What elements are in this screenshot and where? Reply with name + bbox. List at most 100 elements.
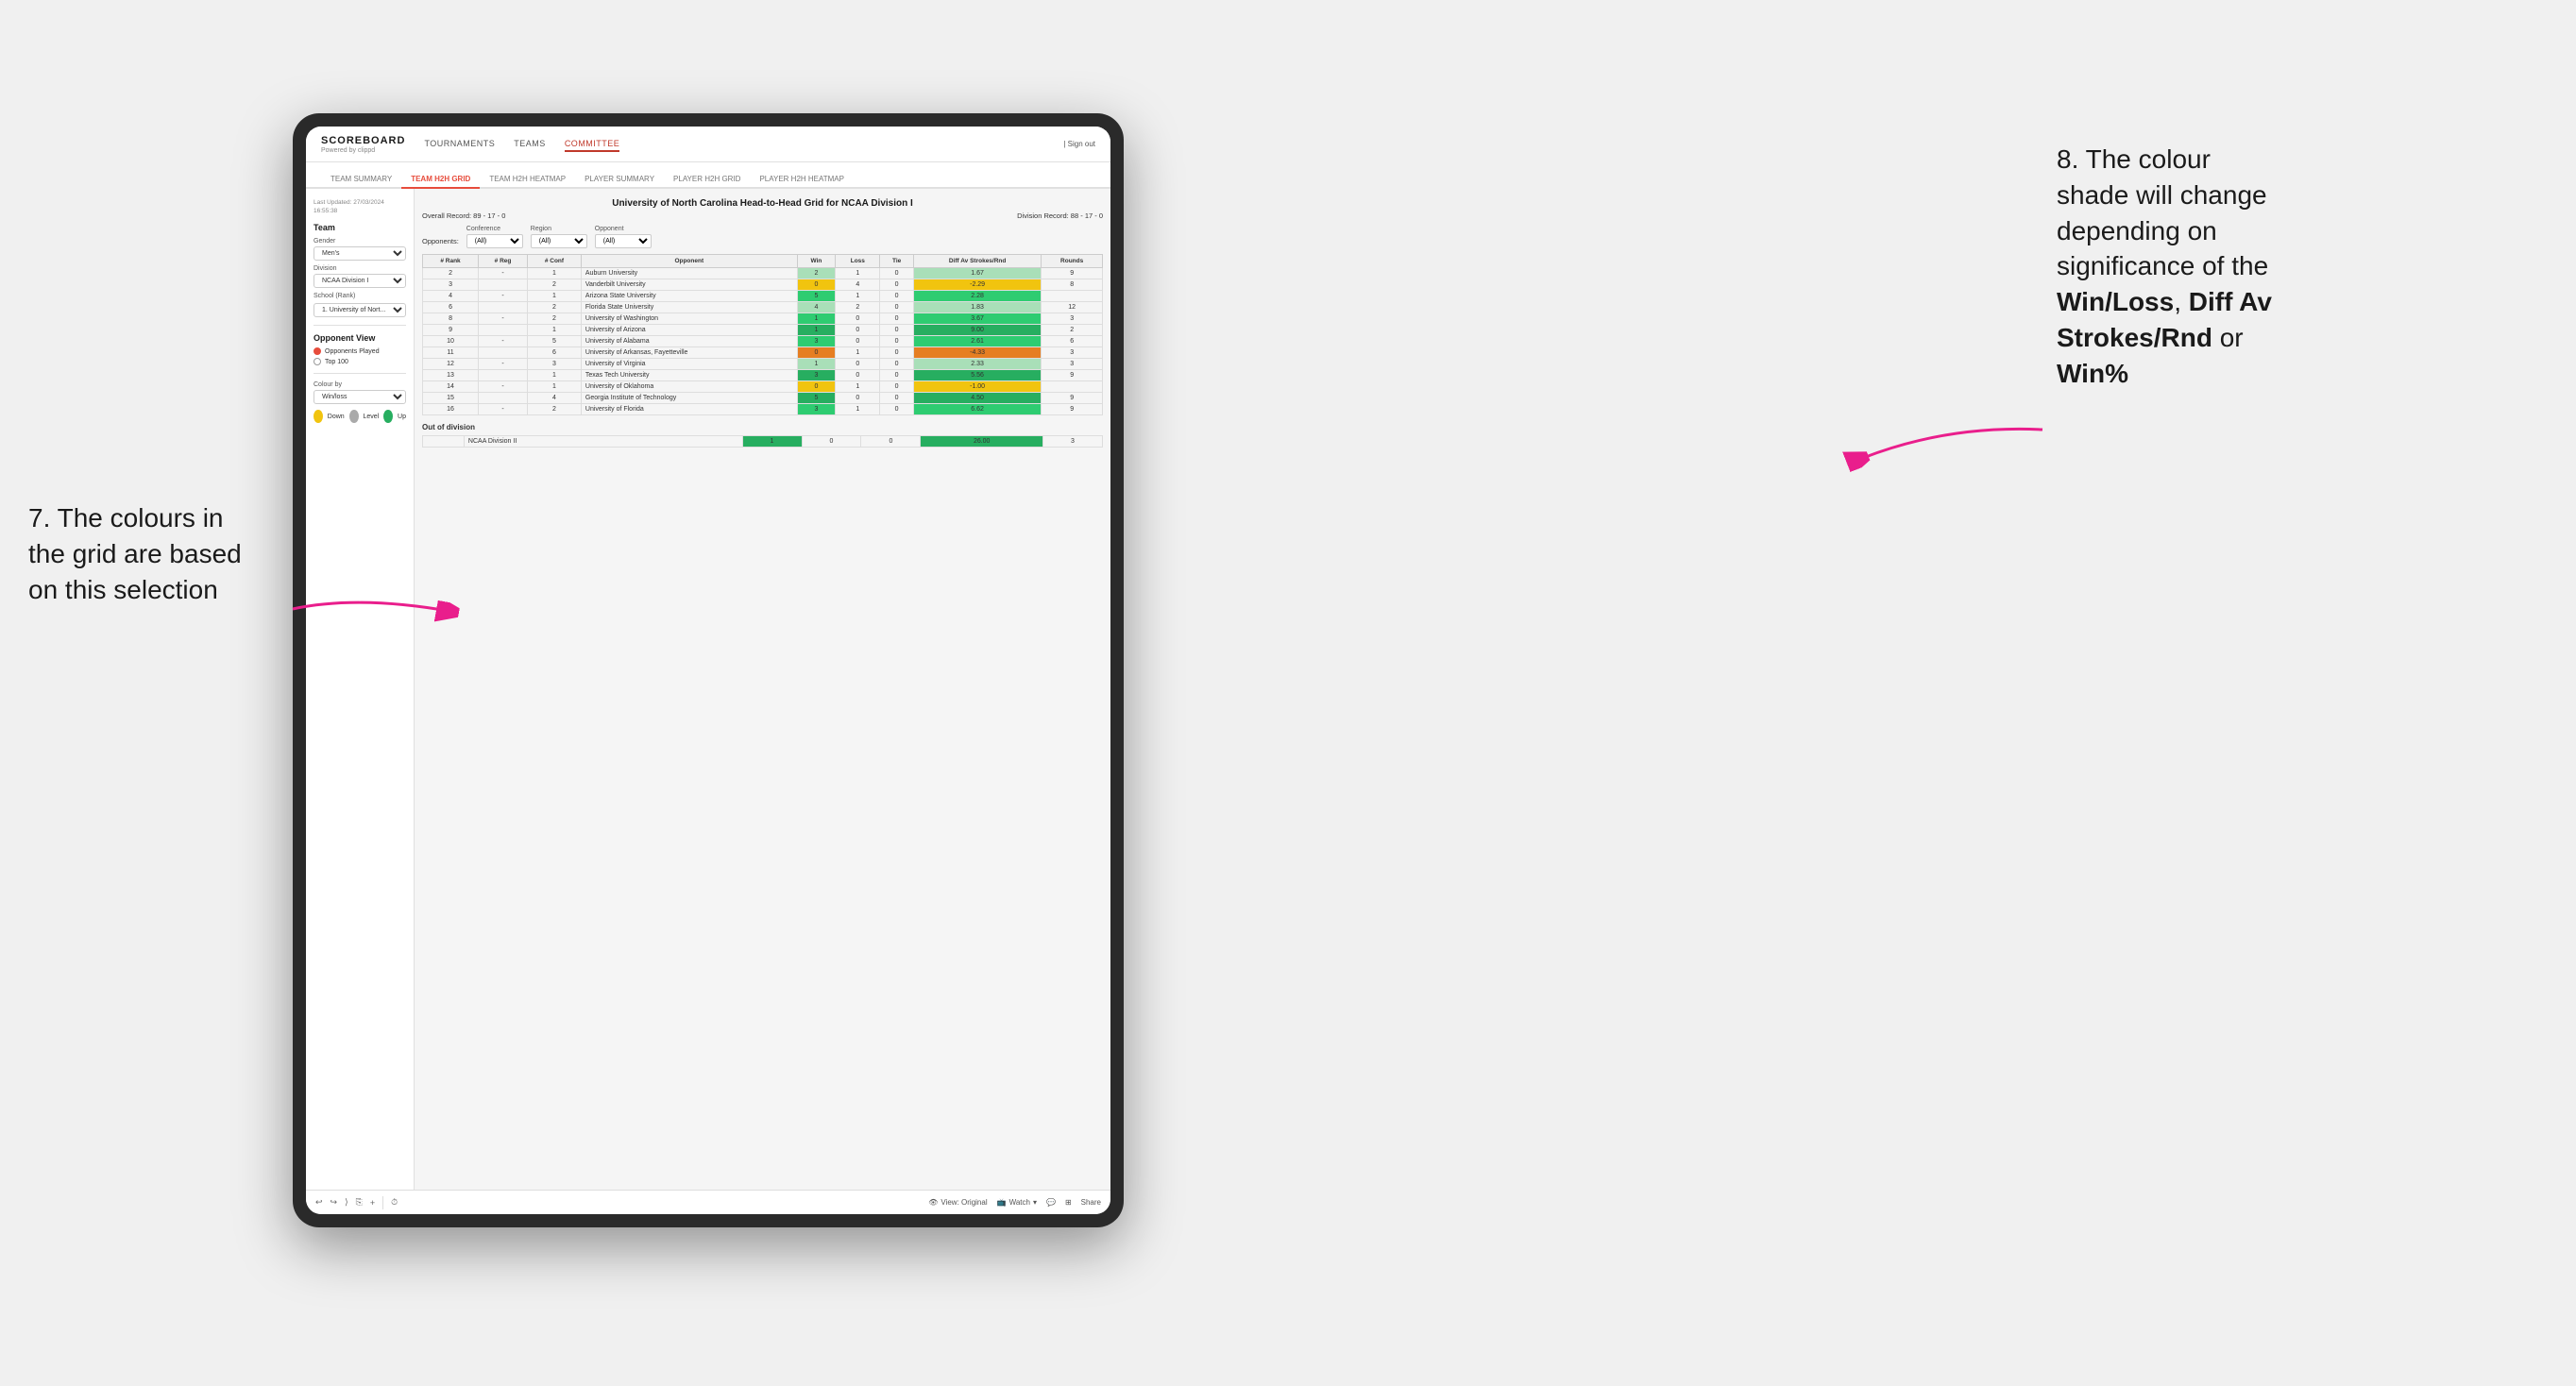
opponent-filter-select[interactable]: (All) xyxy=(595,234,652,248)
tab-player-h2h-grid[interactable]: PLAYER H2H GRID xyxy=(664,171,750,189)
opponent: Vanderbilt University xyxy=(581,279,797,291)
tab-team-h2h-heatmap[interactable]: TEAM H2H HEATMAP xyxy=(480,171,575,189)
conf: 5 xyxy=(528,336,582,347)
conference-filter-select[interactable]: (All) xyxy=(466,234,523,248)
conf: 1 xyxy=(528,268,582,279)
watch-button[interactable]: 📺 Watch ▾ xyxy=(997,1198,1037,1207)
loss: 0 xyxy=(836,313,880,325)
reg xyxy=(479,393,528,404)
table-row: 14 - 1 University of Oklahoma 0 1 0 -1.0… xyxy=(423,381,1103,393)
diff-ood: 26.00 xyxy=(921,436,1042,448)
gender-select[interactable]: Men's xyxy=(314,246,406,261)
tab-player-h2h-heatmap[interactable]: PLAYER H2H HEATMAP xyxy=(750,171,854,189)
sign-out-link[interactable]: | Sign out xyxy=(1063,140,1095,148)
annotation-bold-winpct: Win% xyxy=(2057,359,2128,388)
opponent: University of Arkansas, Fayetteville xyxy=(581,347,797,359)
undo-icon[interactable]: ↩ xyxy=(315,1197,323,1208)
nav-teams[interactable]: TEAMS xyxy=(514,137,546,152)
radio-opponents-played[interactable]: Opponents Played xyxy=(314,347,406,355)
rank: 14 xyxy=(423,381,479,393)
table-row: 3 2 Vanderbilt University 0 4 0 -2.29 8 xyxy=(423,279,1103,291)
table-row: 6 2 Florida State University 4 2 0 1.83 … xyxy=(423,302,1103,313)
toolbar-actions: 👁 View: Original 📺 Watch ▾ 💬 ⊞ Share xyxy=(928,1198,1101,1207)
diff: 1.83 xyxy=(913,302,1041,313)
reg: - xyxy=(479,336,528,347)
table-row: 11 6 University of Arkansas, Fayettevill… xyxy=(423,347,1103,359)
rounds: 3 xyxy=(1042,359,1103,370)
table-row: 4 - 1 Arizona State University 5 1 0 2.2… xyxy=(423,291,1103,302)
annotation-bold-winloss: Win/Loss xyxy=(2057,287,2174,316)
win: 1 xyxy=(797,359,836,370)
diff: 9.00 xyxy=(913,325,1041,336)
legend-level-label: Level xyxy=(364,414,380,420)
table-row: 2 - 1 Auburn University 2 1 0 1.67 9 xyxy=(423,268,1103,279)
diff: -2.29 xyxy=(913,279,1041,291)
tab-player-summary[interactable]: PLAYER SUMMARY xyxy=(575,171,664,189)
opponent-view-radio-group: Opponents Played Top 100 xyxy=(314,347,406,365)
conference-filter-label: Conference xyxy=(466,226,523,232)
colour-legend: Down Level Up xyxy=(314,410,406,423)
region-filter-select[interactable]: (All) xyxy=(531,234,587,248)
opponent: Georgia Institute of Technology xyxy=(581,393,797,404)
tab-team-summary[interactable]: TEAM SUMMARY xyxy=(321,171,401,189)
division-name: NCAA Division II xyxy=(464,436,742,448)
win: 4 xyxy=(797,302,836,313)
toolbar-divider xyxy=(382,1196,383,1209)
share-button[interactable]: Share xyxy=(1081,1198,1101,1207)
view-original-button[interactable]: 👁 View: Original xyxy=(928,1198,987,1207)
comment-button[interactable]: 💬 xyxy=(1046,1198,1056,1207)
app-logo: SCOREBOARD Powered by clippd xyxy=(321,135,405,154)
reg: - xyxy=(479,404,528,415)
col-reg: # Reg xyxy=(479,255,528,268)
clock-icon[interactable]: ⏱ xyxy=(391,1197,398,1208)
conf: 3 xyxy=(528,359,582,370)
tab-team-h2h-grid[interactable]: TEAM H2H GRID xyxy=(401,171,480,189)
logo-text: SCOREBOARD xyxy=(321,135,405,146)
rounds: 9 xyxy=(1042,404,1103,415)
win-ood: 1 xyxy=(742,436,802,448)
grid-title: University of North Carolina Head-to-Hea… xyxy=(422,198,1103,209)
tie: 0 xyxy=(880,268,914,279)
legend-level-dot xyxy=(349,410,359,423)
rank: 6 xyxy=(423,302,479,313)
last-updated: Last Updated: 27/03/202416:55:38 xyxy=(314,198,406,215)
nav-committee[interactable]: COMMITTEE xyxy=(565,137,620,152)
colour-by-select[interactable]: Win/loss xyxy=(314,390,406,404)
out-of-division-table: NCAA Division II 1 0 0 26.00 3 xyxy=(422,435,1103,448)
opponent: Texas Tech University xyxy=(581,370,797,381)
diff: 4.50 xyxy=(913,393,1041,404)
col-diff: Diff Av Strokes/Rnd xyxy=(913,255,1041,268)
tie: 0 xyxy=(880,393,914,404)
division-select[interactable]: NCAA Division I xyxy=(314,274,406,288)
rank: 8 xyxy=(423,313,479,325)
radio-top100[interactable]: Top 100 xyxy=(314,358,406,365)
share-icon-btn[interactable]: ⊞ xyxy=(1065,1198,1072,1207)
loss: 1 xyxy=(836,381,880,393)
opponent: University of Washington xyxy=(581,313,797,325)
win: 5 xyxy=(797,291,836,302)
conf: 1 xyxy=(528,381,582,393)
h2h-grid-table: # Rank # Reg # Conf Opponent Win Loss Ti… xyxy=(422,254,1103,415)
redo-icon[interactable]: ↪ xyxy=(330,1197,338,1208)
school-select[interactable]: 1. University of Nort... xyxy=(314,303,406,317)
rank: 2 xyxy=(423,268,479,279)
opponent: University of Alabama xyxy=(581,336,797,347)
opponent-filter: Opponent (All) xyxy=(595,226,652,248)
nav-tournaments[interactable]: TOURNAMENTS xyxy=(424,137,495,152)
sidebar-divider-2 xyxy=(314,373,406,374)
win: 1 xyxy=(797,325,836,336)
logo-sub: Powered by clippd xyxy=(321,147,405,154)
col-tie: Tie xyxy=(880,255,914,268)
annotation-right: 8. The colourshade will changedepending … xyxy=(2057,142,2500,392)
tie: 0 xyxy=(880,336,914,347)
forward-icon[interactable]: ⟩ xyxy=(345,1197,348,1208)
sidebar-divider xyxy=(314,325,406,326)
loss: 1 xyxy=(836,347,880,359)
loss: 1 xyxy=(836,268,880,279)
rank: 13 xyxy=(423,370,479,381)
plus-icon[interactable]: + xyxy=(370,1198,375,1208)
table-row: 15 4 Georgia Institute of Technology 5 0… xyxy=(423,393,1103,404)
copy-icon[interactable]: ⎘ xyxy=(356,1197,363,1208)
opponent: Auburn University xyxy=(581,268,797,279)
rank: 4 xyxy=(423,291,479,302)
